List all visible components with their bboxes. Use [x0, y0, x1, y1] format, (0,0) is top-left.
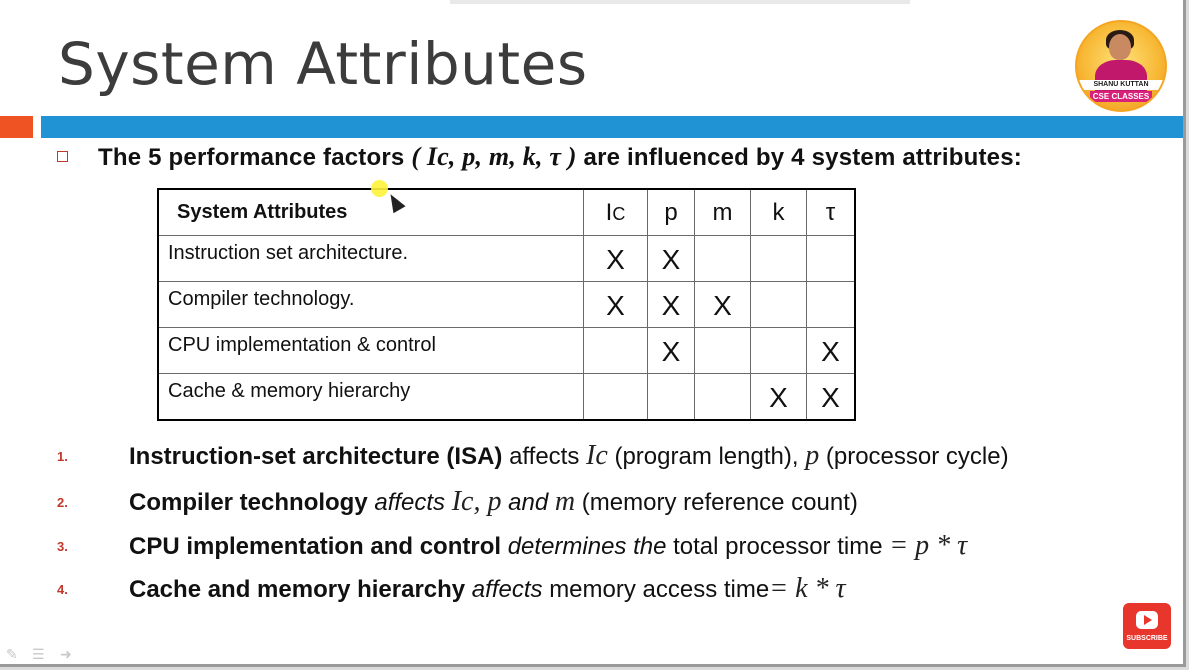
item-rest2: (memory reference count): [575, 489, 858, 516]
play-icon: [1136, 611, 1158, 629]
item-term: Instruction-set architecture (ISA): [129, 443, 503, 470]
intro-text-before: The 5 performance factors: [98, 144, 412, 171]
menu-icon[interactable]: ☰: [32, 646, 45, 663]
list-text: CPU implementation and control determine…: [129, 530, 967, 562]
item-term: Cache and memory hierarchy: [129, 576, 466, 603]
item-var1: Ic: [586, 440, 608, 471]
item-verb: affects: [465, 576, 550, 603]
square-bullet-icon: [57, 151, 68, 163]
list-number: 2.: [57, 495, 68, 510]
table-header-row: System Attributes IC p m k τ: [157, 188, 856, 236]
mark: X: [661, 289, 681, 321]
row-label: CPU implementation & control: [157, 327, 584, 374]
pointer-highlight: [371, 180, 388, 197]
intro-line: The 5 performance factors ( Ic, p, m, k,…: [57, 142, 1022, 172]
item-rest1: total processor time: [673, 533, 890, 560]
mark-cell: [694, 373, 751, 421]
mark-cell: X: [647, 281, 695, 328]
pen-tool-icon[interactable]: ✎: [6, 646, 18, 663]
mark: X: [606, 289, 625, 321]
header-k: k: [750, 188, 807, 236]
list-text: Instruction-set architecture (ISA) affec…: [129, 440, 1009, 472]
mark: X: [661, 243, 681, 275]
row-label: Instruction set architecture.: [157, 235, 584, 282]
mark: X: [769, 381, 788, 413]
list-number: 3.: [57, 539, 68, 554]
header-system-attributes: System Attributes: [157, 188, 584, 236]
accent-bar-blue: [41, 116, 1183, 138]
header-tau: τ: [806, 188, 856, 236]
top-scroll-bar: [450, 0, 910, 4]
item-term: Compiler technology: [129, 489, 368, 516]
mark-cell: [806, 235, 856, 282]
mark-cell: X: [647, 327, 695, 374]
item-var1: = k * τ: [769, 573, 846, 604]
header-ic-sub: C: [612, 203, 626, 224]
list-number: 1.: [57, 449, 68, 464]
mark-cell: [806, 281, 856, 328]
item-var1: = p * τ: [889, 530, 968, 561]
item-rest1: and: [501, 489, 555, 516]
mark-cell: [750, 281, 807, 328]
list-text: Compiler technology affects Ic, p and m …: [129, 486, 858, 518]
item-rest2: (processor cycle): [819, 443, 1009, 470]
mark-cell: [694, 327, 751, 374]
mark: X: [821, 335, 840, 367]
item-rest1: (program length),: [607, 443, 806, 470]
mark-cell: X: [694, 281, 751, 328]
mark-cell: X: [750, 373, 807, 421]
mark-cell: X: [806, 373, 856, 421]
row-label: Compiler technology.: [157, 281, 584, 328]
mark-cell: [647, 373, 695, 421]
table-row: Compiler technology. X X X: [157, 281, 856, 328]
item-verb: determines the: [501, 533, 674, 560]
list-text: Cache and memory hierarchy affects memor…: [129, 573, 846, 605]
mark-cell: X: [806, 327, 856, 374]
table-row: Cache & memory hierarchy X X: [157, 373, 856, 421]
subscribe-label: SUBSCRIBE: [1126, 635, 1168, 642]
accent-bar-red: [0, 116, 33, 138]
item-var1: Ic, p: [451, 486, 502, 517]
item-verb: affects: [502, 443, 587, 470]
header-p: p: [647, 188, 695, 236]
item-var2: m: [554, 486, 576, 517]
mark: X: [713, 289, 732, 321]
mark: X: [606, 243, 625, 275]
slide-title: System Attributes: [58, 30, 588, 98]
list-number: 4.: [57, 582, 68, 597]
mark: X: [661, 335, 681, 367]
channel-logo: SHANU KUTTAN CSE CLASSES: [1075, 20, 1167, 112]
mark-cell: [750, 327, 807, 374]
mark-cell: [583, 373, 648, 421]
logo-face: [1109, 34, 1131, 60]
slide: System Attributes SHANU KUTTAN CSE CLASS…: [0, 0, 1186, 667]
logo-line1: SHANU KUTTAN: [1079, 80, 1163, 90]
mark-cell: [750, 235, 807, 282]
attributes-table: System Attributes IC p m k τ Instruction…: [157, 188, 856, 421]
intro-factors: ( Ic, p, m, k, τ ): [411, 142, 577, 171]
item-verb: affects: [367, 489, 452, 516]
table-row: Instruction set architecture. X X: [157, 235, 856, 282]
mark-cell: X: [583, 235, 648, 282]
table-row: CPU implementation & control X X: [157, 327, 856, 374]
item-rest1: memory access time: [549, 576, 770, 603]
mark-cell: [694, 235, 751, 282]
subscribe-button[interactable]: SUBSCRIBE: [1123, 603, 1171, 649]
mark-cell: [583, 327, 648, 374]
intro-text-after: are influenced by 4 system attributes:: [576, 144, 1022, 171]
header-m: m: [694, 188, 751, 236]
row-label: Cache & memory hierarchy: [157, 373, 584, 421]
item-term: CPU implementation and control: [129, 533, 502, 560]
next-arrow-icon[interactable]: ➜: [60, 646, 72, 663]
mark-cell: X: [583, 281, 648, 328]
logo-line2: CSE CLASSES: [1090, 91, 1152, 102]
mark: X: [821, 381, 840, 413]
header-ic: IC: [583, 188, 648, 236]
item-var2: p: [805, 440, 820, 471]
mark-cell: X: [647, 235, 695, 282]
